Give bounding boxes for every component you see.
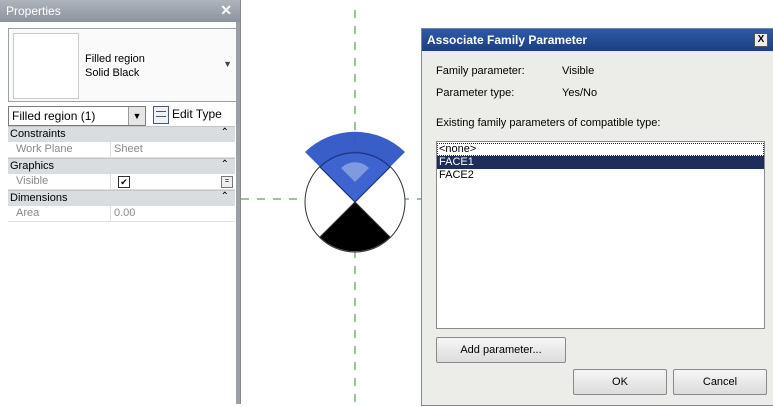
ok-button[interactable]: OK <box>573 369 667 395</box>
dialog-titlebar[interactable]: Associate Family Parameter X <box>422 29 773 51</box>
parameter-type-value: Yes/No <box>562 87 598 99</box>
family-parameter-label: Family parameter: <box>436 65 525 77</box>
associate-family-parameter-dialog: Associate Family Parameter X Family para… <box>421 28 773 406</box>
property-row-visible: Visible ✔ = <box>8 174 235 190</box>
edit-type-icon[interactable] <box>153 106 169 124</box>
list-item-selected[interactable]: FACE1 <box>437 156 764 169</box>
family-parameter-value: Visible <box>562 65 595 77</box>
properties-titlebar[interactable]: Properties ✕ <box>0 0 240 22</box>
section-graphics[interactable]: Graphics ⌃ <box>8 158 235 174</box>
drawing-canvas[interactable] <box>241 0 421 404</box>
property-row-work-plane: Work Plane Sheet <box>8 142 235 158</box>
filter-row: Filled region (1) ▼ Edit Type <box>8 106 240 126</box>
property-name: Work Plane <box>16 143 73 155</box>
properties-palette: Properties ✕ Filled region Solid Black ▼… <box>0 0 241 404</box>
properties-scrollbar[interactable] <box>236 22 240 404</box>
type-selector[interactable]: Filled region Solid Black ▼ <box>8 28 237 102</box>
type-family-name: Filled region <box>85 53 145 65</box>
chevron-down-icon[interactable]: ▼ <box>223 59 232 69</box>
add-parameter-button[interactable]: Add parameter... <box>436 337 566 363</box>
section-label: Constraints <box>10 128 66 140</box>
collapse-icon[interactable]: ⌃ <box>221 127 229 138</box>
edit-type-button[interactable]: Edit Type <box>172 107 222 121</box>
existing-parameters-label: Existing family parameters of compatible… <box>436 117 661 129</box>
section-constraints[interactable]: Constraints ⌃ <box>8 126 235 142</box>
associate-parameter-button[interactable]: = <box>221 176 233 188</box>
column-divider <box>110 142 111 157</box>
column-divider <box>110 206 111 221</box>
instance-filter-dropdown[interactable]: Filled region (1) ▼ <box>8 106 146 126</box>
instance-filter-value: Filled region (1) <box>12 109 96 123</box>
property-name: Visible <box>16 175 49 187</box>
list-item[interactable]: <none> <box>437 143 764 156</box>
type-name: Solid Black <box>85 67 140 79</box>
collapse-icon[interactable]: ⌃ <box>221 191 229 202</box>
dialog-title: Associate Family Parameter <box>427 33 588 47</box>
type-preview-thumbnail <box>13 33 79 99</box>
property-value: 0.00 <box>114 207 136 219</box>
collapse-icon[interactable]: ⌃ <box>221 159 229 170</box>
chevron-down-icon[interactable]: ▼ <box>128 107 145 125</box>
property-name: Area <box>16 207 40 219</box>
parameter-type-label: Parameter type: <box>436 87 515 99</box>
column-divider <box>110 174 111 189</box>
property-value: Sheet <box>114 143 143 155</box>
canvas-drawing <box>241 10 421 404</box>
close-icon[interactable]: ✕ <box>220 2 232 19</box>
property-row-area: Area 0.00 <box>8 206 235 222</box>
section-label: Graphics <box>10 160 55 172</box>
close-icon[interactable]: X <box>754 33 768 47</box>
cancel-button[interactable]: Cancel <box>673 369 767 395</box>
section-label: Dimensions <box>10 192 68 204</box>
properties-grid: Constraints ⌃ Work Plane Sheet Graphics … <box>8 126 235 222</box>
list-item[interactable]: FACE2 <box>437 169 764 182</box>
properties-title: Properties <box>6 4 61 18</box>
visible-checkbox[interactable]: ✔ <box>118 176 130 188</box>
parameter-listbox[interactable]: <none> FACE1 FACE2 <box>436 141 765 329</box>
section-dimensions[interactable]: Dimensions ⌃ <box>8 190 235 206</box>
